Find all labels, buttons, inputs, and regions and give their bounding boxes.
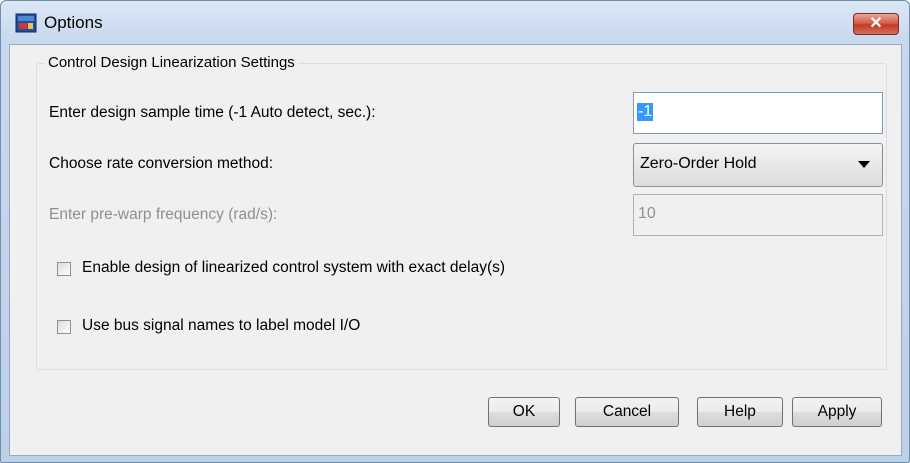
cancel-button[interactable]: Cancel: [575, 397, 679, 427]
bus-signal-names-label: Use bus signal names to label model I/O: [82, 317, 361, 334]
exact-delay-checkbox[interactable]: [57, 262, 71, 276]
rate-conversion-select[interactable]: Zero-Order Hold: [633, 143, 883, 187]
rate-conversion-value: Zero-Order Hold: [640, 155, 757, 172]
options-dialog: Options ✕ Control Design Linearization S…: [0, 0, 910, 463]
linearization-settings-group: Control Design Linearization Settings En…: [36, 54, 887, 370]
dropdown-arrow-icon: [858, 161, 870, 168]
sample-time-input[interactable]: -1: [633, 92, 883, 134]
close-button[interactable]: ✕: [853, 13, 899, 35]
prewarp-value: 10: [638, 205, 656, 222]
sample-time-label: Enter design sample time (-1 Auto detect…: [49, 104, 376, 121]
sample-time-value: -1: [637, 103, 654, 121]
rate-conversion-label: Choose rate conversion method:: [49, 155, 274, 172]
ok-button[interactable]: OK: [488, 397, 560, 427]
prewarp-input[interactable]: 10: [633, 194, 883, 236]
group-title: Control Design Linearization Settings: [45, 54, 298, 71]
prewarp-label: Enter pre-warp frequency (rad/s):: [49, 206, 278, 223]
title-bar[interactable]: Options ✕: [1, 1, 909, 43]
dialog-body: Control Design Linearization Settings En…: [9, 44, 902, 456]
simulink-app-icon: [15, 13, 37, 33]
exact-delay-label: Enable design of linearized control syst…: [82, 259, 506, 276]
help-button[interactable]: Help: [697, 397, 783, 427]
apply-button[interactable]: Apply: [792, 397, 882, 427]
window-title: Options: [44, 13, 103, 32]
bus-signal-names-checkbox[interactable]: [57, 320, 71, 334]
